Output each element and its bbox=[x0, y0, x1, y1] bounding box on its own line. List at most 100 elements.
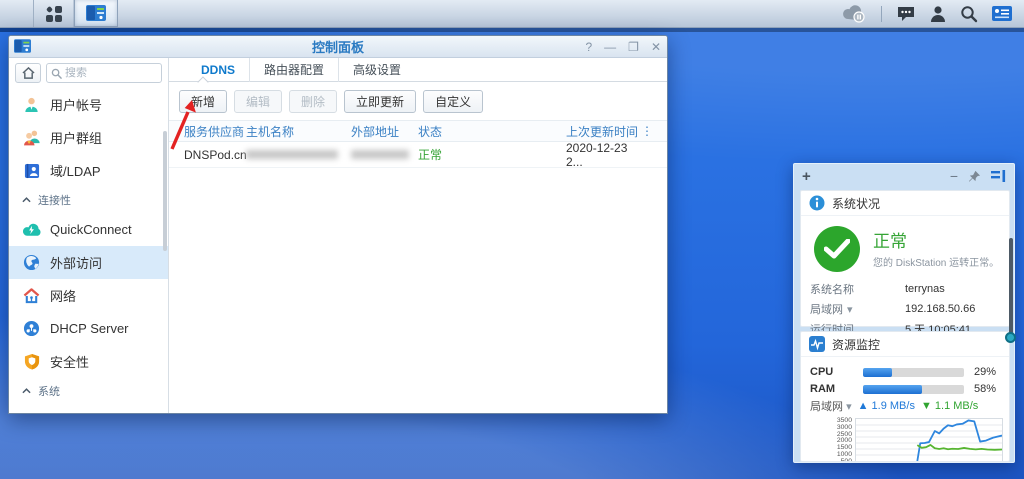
resource-monitor-header[interactable]: 资源监控 bbox=[801, 332, 1009, 357]
sidebar-item-user-group[interactable]: 用户群组 bbox=[9, 121, 168, 154]
lan-label[interactable]: 局域网 ▾ bbox=[810, 398, 852, 414]
sidebar-item-domain-ldap[interactable]: 域/LDAP bbox=[9, 154, 168, 187]
domain-ldap-icon bbox=[22, 161, 41, 180]
column-menu-icon[interactable]: ⋮ bbox=[641, 124, 654, 138]
field-value: terrynas bbox=[905, 283, 945, 295]
table-header-row: 服务供应商 主机名称 外部地址 状态 上次更新时间 ⋮ bbox=[169, 120, 667, 142]
widget-panel-scrollbar-thumb[interactable] bbox=[1009, 238, 1013, 334]
collapse-widgets-button[interactable]: − bbox=[950, 168, 958, 184]
ram-meter-fill bbox=[863, 385, 922, 394]
info-icon bbox=[809, 195, 825, 211]
health-status-text: 正常 bbox=[873, 227, 907, 252]
column-last-updated[interactable]: 上次更新时间 bbox=[566, 123, 641, 140]
search-input[interactable] bbox=[65, 67, 145, 79]
main-menu-button[interactable] bbox=[34, 0, 74, 27]
info-center-icon bbox=[22, 411, 41, 414]
sidebar-item-user-account[interactable]: 用户帐号 bbox=[9, 88, 168, 121]
health-ok-icon bbox=[814, 226, 860, 272]
column-status[interactable]: 状态 bbox=[418, 123, 566, 140]
widget-panel-scroll-knob[interactable] bbox=[1005, 332, 1016, 343]
close-button[interactable]: ✕ bbox=[651, 41, 661, 53]
tab-router-config[interactable]: 路由器配置 bbox=[249, 58, 338, 82]
taskbar-control-panel-button[interactable] bbox=[74, 0, 118, 27]
field-label[interactable]: 局域网▾ bbox=[810, 301, 905, 317]
sidebar-item-dhcp-server[interactable]: DHCP Server bbox=[9, 312, 168, 345]
sidebar-item-label: 外部访问 bbox=[50, 253, 102, 272]
taskbar bbox=[0, 0, 1024, 28]
chart-y-axis-ticks: 3500300025002000150010005000 bbox=[801, 418, 855, 462]
lan-chart: 3500300025002000150010005000 bbox=[801, 418, 1003, 462]
sidebar-item-info-center[interactable]: 信息中心 bbox=[9, 404, 168, 414]
resource-monitor-icon bbox=[809, 336, 825, 352]
sidebar-item-label: 用户帐号 bbox=[50, 95, 102, 114]
column-provider[interactable]: 服务供应商 bbox=[169, 123, 246, 140]
field-lan: 局域网▾ 192.168.50.66 bbox=[810, 299, 1000, 319]
cell-external-redacted bbox=[351, 150, 418, 159]
sidebar-section-label: 系统 bbox=[38, 383, 60, 399]
sidebar-item-external-access[interactable]: 外部访问 bbox=[9, 246, 168, 279]
sidebar-item-label: 安全性 bbox=[50, 352, 89, 371]
control-panel-icon bbox=[86, 5, 106, 21]
user-icon[interactable] bbox=[930, 5, 946, 23]
lan-traffic-row: 局域网 ▾ ▲ 1.9 MB/s ▼ 1.1 MB/s bbox=[810, 398, 978, 414]
sidebar-scrollbar-thumb[interactable] bbox=[163, 131, 167, 251]
search-icon[interactable] bbox=[960, 5, 978, 23]
minimize-button[interactable]: — bbox=[604, 41, 616, 53]
field-value: 192.168.50.66 bbox=[905, 303, 975, 315]
health-status-message: 您的 DiskStation 运转正常。 bbox=[873, 254, 1008, 269]
upload-arrow-icon: ▲ bbox=[858, 400, 869, 412]
column-hostname[interactable]: 主机名称 bbox=[246, 123, 351, 140]
sidebar-item-security[interactable]: 安全性 bbox=[9, 345, 168, 378]
sidebar-item-label: 域/LDAP bbox=[50, 161, 101, 180]
tab-advanced-settings[interactable]: 高级设置 bbox=[338, 58, 415, 82]
tab-ddns[interactable]: DDNS bbox=[187, 58, 249, 82]
chevron-up-icon bbox=[22, 197, 31, 203]
table-row[interactable]: DNSPod.cn 正常 2020-12-23 2... bbox=[169, 142, 667, 168]
widgets-panel-icon[interactable] bbox=[992, 6, 1012, 21]
chevron-up-icon bbox=[22, 388, 31, 394]
tray-separator bbox=[881, 6, 882, 22]
main-menu-grid-icon bbox=[46, 6, 62, 22]
sidebar-item-quickconnect[interactable]: QuickConnect bbox=[9, 213, 168, 246]
edit-button[interactable]: 编辑 bbox=[234, 90, 282, 113]
upload-rate: ▲ 1.9 MB/s bbox=[858, 400, 915, 412]
delete-button[interactable]: 删除 bbox=[289, 90, 337, 113]
resource-monitor-title: 资源监控 bbox=[832, 336, 880, 353]
user-group-icon bbox=[22, 128, 41, 147]
search-box[interactable] bbox=[46, 63, 162, 83]
home-button[interactable] bbox=[15, 63, 41, 83]
help-button[interactable]: ? bbox=[585, 41, 592, 53]
cloud-sync-paused-icon[interactable] bbox=[841, 5, 867, 23]
tab-bar: DDNS 路由器配置 高级设置 bbox=[169, 58, 667, 82]
sidebar-item-label: 用户群组 bbox=[50, 128, 102, 147]
external-access-globe-icon bbox=[22, 253, 41, 272]
search-input-icon bbox=[51, 68, 62, 79]
add-button[interactable]: 新增 bbox=[179, 90, 227, 113]
customize-button[interactable]: 自定义 bbox=[423, 90, 483, 113]
ram-meter-row: RAM 58% bbox=[810, 382, 996, 396]
sidebar-section-connectivity[interactable]: 连接性 bbox=[9, 187, 168, 213]
download-arrow-icon: ▼ bbox=[921, 400, 932, 412]
window-titlebar[interactable]: 控制面板 ? — ❐ ✕ bbox=[9, 36, 667, 58]
system-health-widget: 系统状况 正常 您的 DiskStation 运转正常。 系统名称 terryn… bbox=[800, 190, 1010, 327]
dropdown-caret-icon: ▾ bbox=[846, 401, 852, 413]
ddns-panel: DDNS 路由器配置 高级设置 新增 编辑 删除 立即更新 自定义 服务供应商 … bbox=[169, 58, 667, 414]
pin-icon[interactable] bbox=[968, 170, 981, 183]
system-health-header[interactable]: 系统状况 bbox=[801, 191, 1009, 216]
field-system-name: 系统名称 terrynas bbox=[810, 279, 1000, 299]
chat-icon[interactable] bbox=[896, 5, 916, 23]
column-external-address[interactable]: 外部地址 bbox=[351, 123, 418, 140]
sidebar: 用户帐号 用户群组 域/LDAP 连接性 bbox=[9, 58, 169, 414]
cpu-meter-fill bbox=[863, 368, 892, 377]
sidebar-section-system[interactable]: 系统 bbox=[9, 378, 168, 404]
dock-panel-icon[interactable] bbox=[991, 170, 1006, 182]
update-now-button[interactable]: 立即更新 bbox=[344, 90, 416, 113]
cell-hostname-redacted bbox=[246, 150, 351, 159]
taskbar-left-segment bbox=[0, 0, 34, 27]
security-shield-icon bbox=[22, 352, 41, 371]
add-widget-button[interactable]: + bbox=[802, 168, 811, 185]
sidebar-item-network[interactable]: 网络 bbox=[9, 279, 168, 312]
maximize-button[interactable]: ❐ bbox=[628, 41, 639, 53]
cpu-meter-row: CPU 29% bbox=[810, 365, 996, 379]
cell-provider: DNSPod.cn bbox=[169, 148, 246, 162]
